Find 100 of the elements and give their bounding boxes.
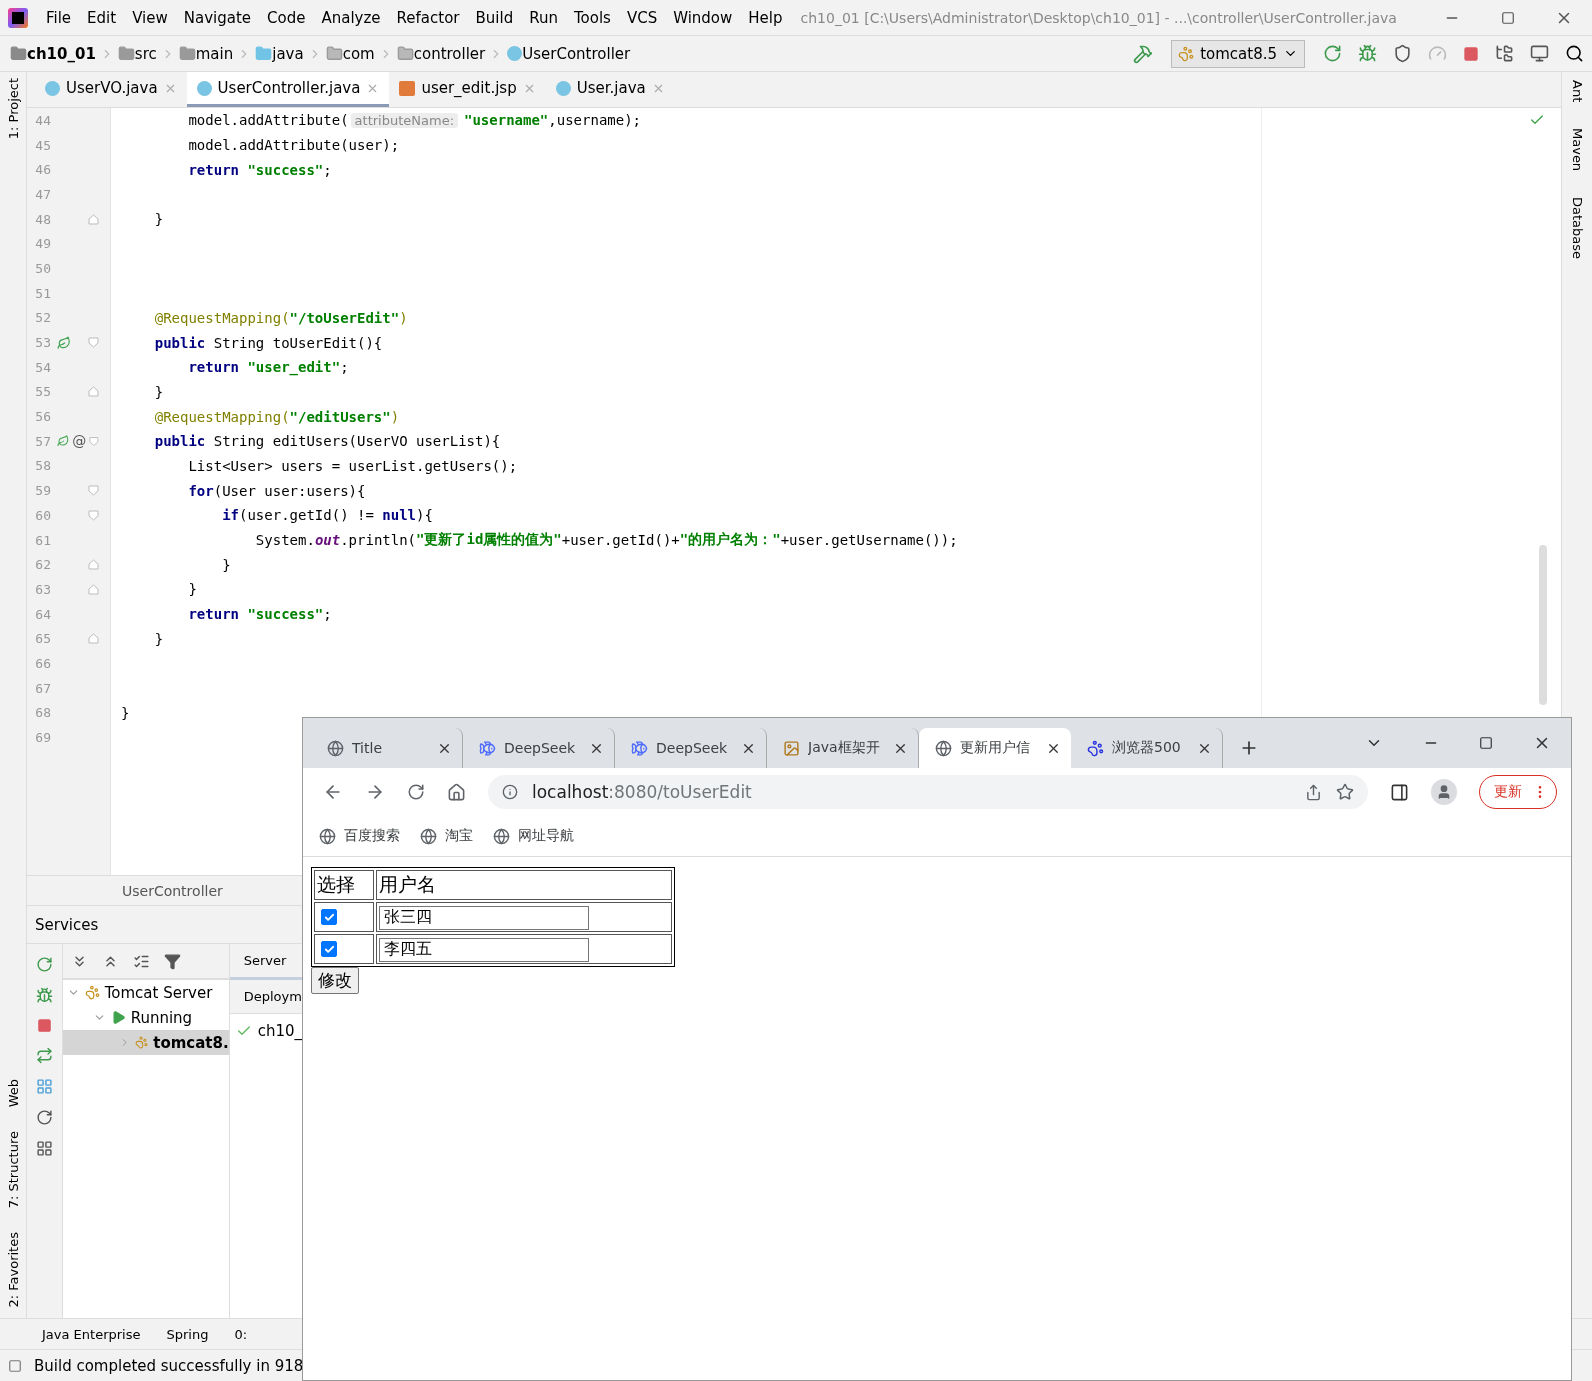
line-number: 58 bbox=[34, 458, 51, 474]
breadcrumb-item[interactable]: src bbox=[134, 44, 161, 63]
username-input[interactable]: 李四五 bbox=[379, 937, 589, 962]
tool-window-tab[interactable]: Spring bbox=[166, 1326, 209, 1342]
line-number: 45 bbox=[34, 137, 51, 153]
stop-icon[interactable] bbox=[1463, 45, 1479, 62]
bookmark-link[interactable]: 百度搜索 bbox=[344, 827, 400, 845]
breadcrumb-item[interactable]: java bbox=[272, 44, 308, 63]
filter-icon[interactable] bbox=[163, 952, 181, 970]
menu-item[interactable]: Edit bbox=[79, 8, 125, 27]
module-folder-icon bbox=[10, 45, 27, 62]
tree-item[interactable]: tomcat8. bbox=[62, 1030, 229, 1055]
tool-window-tab[interactable]: 0: bbox=[234, 1326, 248, 1342]
deployment-item[interactable]: ch10_ bbox=[257, 1022, 302, 1040]
menu-item[interactable]: Analyze bbox=[313, 8, 389, 27]
tree-item[interactable]: Running bbox=[62, 1005, 229, 1030]
project-structure-icon[interactable] bbox=[1495, 44, 1514, 63]
class-icon bbox=[45, 80, 60, 96]
code-line: } bbox=[153, 382, 165, 402]
line-number: 54 bbox=[34, 359, 51, 375]
debug-icon[interactable] bbox=[1358, 44, 1377, 63]
menu-item[interactable]: Build bbox=[467, 8, 522, 27]
menu-item[interactable]: Window bbox=[665, 8, 741, 27]
shield-icon[interactable] bbox=[1393, 44, 1412, 63]
stop-icon[interactable] bbox=[36, 1018, 52, 1033]
code-line: } bbox=[153, 629, 165, 649]
tool-window-tab[interactable]: 7: Structure bbox=[5, 1131, 21, 1209]
hammer-icon[interactable] bbox=[1133, 43, 1154, 64]
breadcrumb-item[interactable]: controller bbox=[413, 44, 490, 63]
tree-item[interactable]: Tomcat Server bbox=[62, 980, 229, 1005]
menu-item[interactable]: Navigate bbox=[175, 8, 260, 27]
browser-tab[interactable]: 浏览器500 bbox=[1071, 728, 1223, 768]
maximize-icon[interactable] bbox=[1479, 736, 1493, 750]
tool-window-tab[interactable]: 2: Favorites bbox=[5, 1232, 21, 1308]
rerun-icon[interactable] bbox=[35, 956, 53, 973]
status-square-icon[interactable] bbox=[8, 1358, 22, 1373]
browser-tab[interactable]: DeepSeek bbox=[615, 728, 767, 768]
table-header: 用户名 bbox=[376, 870, 672, 900]
tool-window-tab[interactable]: Database bbox=[1569, 197, 1585, 260]
checkbox[interactable] bbox=[321, 941, 337, 957]
avatar[interactable] bbox=[1431, 779, 1457, 805]
cat-icon bbox=[135, 1035, 149, 1050]
browser-tab[interactable]: 更新用户信 bbox=[919, 728, 1071, 768]
globe-icon bbox=[420, 827, 437, 845]
browser-tab[interactable]: Title bbox=[311, 728, 463, 768]
share-icon[interactable] bbox=[1305, 783, 1322, 801]
checkbox[interactable] bbox=[321, 909, 337, 925]
code-line: return "user_edit"; bbox=[187, 358, 350, 378]
menu-item[interactable]: Refactor bbox=[388, 8, 468, 27]
search-icon[interactable] bbox=[1565, 44, 1584, 63]
tool-window-tab[interactable]: Web bbox=[5, 1078, 21, 1108]
layout-icon[interactable] bbox=[35, 1140, 53, 1157]
rerun-icon[interactable] bbox=[1323, 44, 1342, 63]
line-number: 68 bbox=[34, 705, 51, 721]
tool-window-tab[interactable]: 1: Project bbox=[5, 78, 21, 140]
tool-window-tab[interactable]: Ant bbox=[1569, 80, 1585, 103]
address-bar[interactable]: localhost:8080/toUserEdit bbox=[488, 775, 1368, 809]
breadcrumb-item[interactable]: ch10_01 bbox=[27, 44, 100, 63]
bookmark-link[interactable]: 网址导航 bbox=[518, 827, 574, 845]
menu-item[interactable]: Help bbox=[740, 8, 791, 27]
maximize-icon[interactable] bbox=[1501, 10, 1515, 25]
detail-tab[interactable]: Server bbox=[229, 944, 302, 980]
update-button[interactable]: 更新 bbox=[1479, 775, 1557, 809]
file-tab[interactable]: user_edit.jsp bbox=[389, 72, 546, 107]
tool-window-tab[interactable]: Java Enterprise bbox=[42, 1326, 141, 1342]
debug-icon[interactable] bbox=[35, 987, 53, 1004]
submit-button[interactable]: 修改 bbox=[311, 967, 359, 994]
menu-item[interactable]: Run bbox=[521, 8, 566, 27]
menu-item[interactable]: Tools bbox=[565, 8, 619, 27]
info-icon[interactable] bbox=[502, 784, 518, 800]
tool-window-tab[interactable]: Maven bbox=[1569, 128, 1585, 172]
line-number: 69 bbox=[34, 730, 51, 746]
file-tab[interactable]: UserController.java bbox=[186, 72, 390, 107]
reload-icon[interactable] bbox=[407, 783, 425, 801]
home-icon[interactable] bbox=[447, 782, 466, 802]
refresh-icon[interactable] bbox=[35, 1109, 53, 1126]
breadcrumb-item[interactable]: com bbox=[342, 44, 379, 63]
menu-item[interactable]: VCS bbox=[618, 8, 666, 27]
star-icon[interactable] bbox=[1336, 783, 1354, 801]
detail-tab[interactable]: Deploym bbox=[229, 980, 302, 1014]
leaf-icon[interactable] bbox=[57, 335, 71, 350]
line-number: 53 bbox=[34, 335, 51, 351]
bookmark-link[interactable]: 淘宝 bbox=[445, 827, 473, 845]
menu-item[interactable]: Code bbox=[259, 8, 314, 27]
editor-breadcrumb[interactable]: UserController bbox=[122, 882, 223, 899]
browser-tab[interactable]: DeepSeek bbox=[463, 728, 615, 768]
file-tab[interactable]: UserVO.java bbox=[35, 72, 187, 107]
username-input[interactable]: 张三四 bbox=[379, 905, 589, 930]
breadcrumb-item[interactable]: main bbox=[195, 44, 238, 63]
menu-item[interactable]: File bbox=[38, 8, 80, 27]
code-line: } bbox=[187, 580, 198, 600]
menu-item[interactable]: View bbox=[124, 8, 176, 27]
breadcrumb-item[interactable]: UserController bbox=[522, 44, 635, 63]
file-tab[interactable]: User.java bbox=[545, 72, 675, 107]
run-config-dropdown[interactable]: tomcat8.5 bbox=[1171, 39, 1305, 68]
code-line: System.out.println("更新了id属性的值为"+user.getId()+"的用户名为："+user.getUsername()); bbox=[254, 530, 959, 551]
scrollbar-thumb[interactable] bbox=[1539, 545, 1547, 705]
side-panel-icon[interactable] bbox=[1390, 782, 1409, 802]
leaf-icon[interactable] bbox=[57, 434, 70, 449]
class-icon bbox=[555, 80, 571, 96]
